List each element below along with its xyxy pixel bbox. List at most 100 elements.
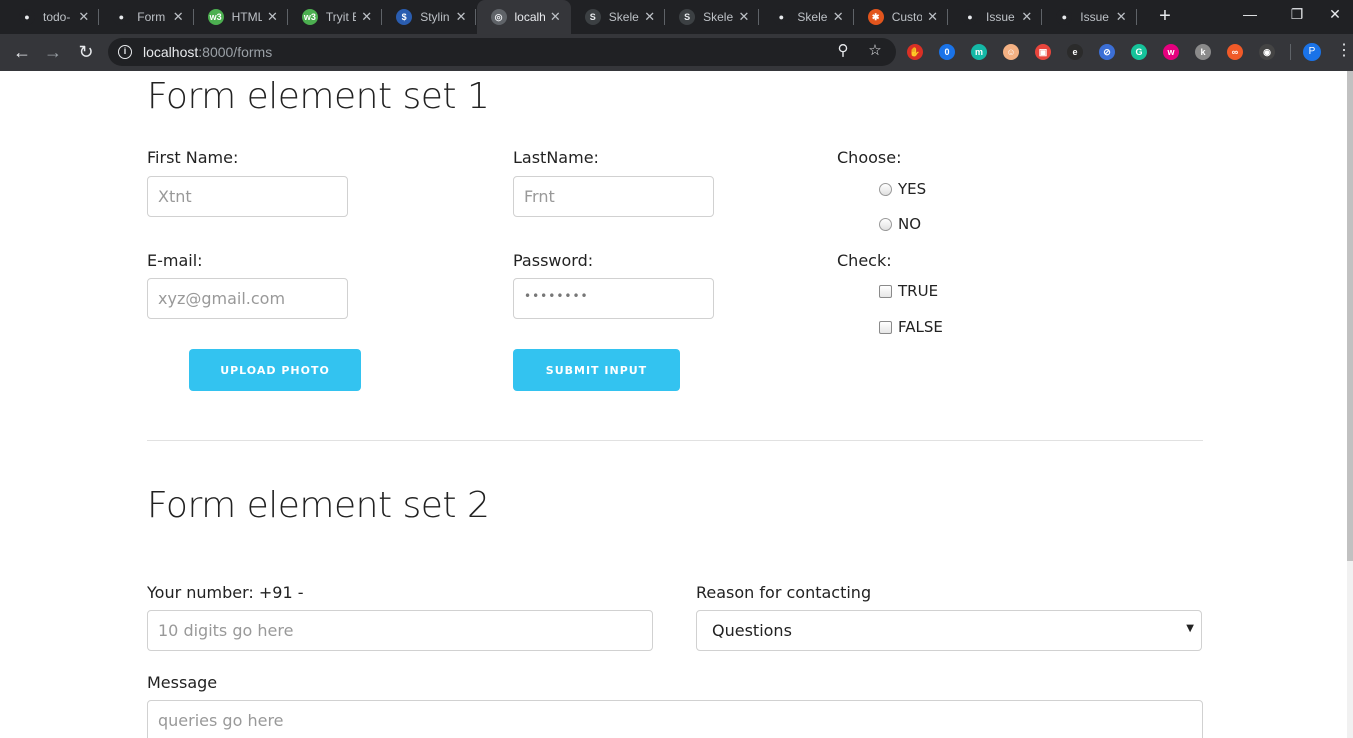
- tab-label: Form: [137, 10, 166, 24]
- infinity-icon[interactable]: ∞: [1227, 44, 1243, 60]
- skeleton-icon: S: [584, 9, 601, 25]
- email-input[interactable]: xyz@gmail.com: [147, 278, 348, 319]
- globe-icon: ◎: [490, 9, 507, 25]
- first-name-input[interactable]: Xtnt: [147, 176, 348, 217]
- tab-close-icon[interactable]: ✕: [550, 9, 561, 25]
- github-icon: ●: [1056, 9, 1073, 25]
- message-textarea[interactable]: queries go here: [147, 700, 1203, 738]
- back-arrow-icon[interactable]: ←: [10, 40, 34, 64]
- tab-close-icon[interactable]: ✕: [1021, 9, 1032, 25]
- check-false-label: FALSE: [898, 318, 943, 336]
- tab-label: localh: [514, 10, 545, 24]
- tab-close-icon[interactable]: ✕: [78, 9, 89, 25]
- first-name-label: First Name:: [147, 148, 239, 167]
- site-info-icon[interactable]: i: [118, 45, 132, 59]
- password-label: Password:: [513, 251, 594, 270]
- browser-tab[interactable]: ✱ Custo ✕: [854, 0, 948, 34]
- check-false-option[interactable]: FALSE: [879, 318, 943, 336]
- extension-badge-icon[interactable]: 0: [939, 44, 955, 60]
- adblock-icon[interactable]: ✋: [907, 44, 923, 60]
- dropdown-arrow-icon: ▼: [1186, 623, 1194, 634]
- tab-strip: ● todo- ✕ ● Form ✕ w3 HTML ✕ w3 Tryit E ✕ $ Stylin ✕ ◎ l…: [0, 0, 1353, 34]
- browser-tab[interactable]: ◎ localh ✕: [476, 0, 571, 34]
- grammarly-icon[interactable]: G: [1131, 44, 1147, 60]
- k-extension-icon[interactable]: k: [1195, 44, 1211, 60]
- choose-label: Choose:: [837, 148, 902, 167]
- new-tab-button[interactable]: +: [1154, 5, 1176, 27]
- browser-tab[interactable]: ● todo- ✕: [5, 0, 100, 34]
- edge-like-icon[interactable]: e: [1067, 44, 1083, 60]
- tab-label: Issue: [986, 10, 1015, 24]
- url-text[interactable]: localhost:8000/forms: [143, 44, 272, 60]
- reason-selected-value: Questions: [712, 621, 792, 640]
- tab-close-icon[interactable]: ✕: [456, 9, 467, 25]
- tab-close-icon[interactable]: ✕: [173, 9, 184, 25]
- close-window-button[interactable]: ✕: [1325, 6, 1345, 23]
- tab-close-icon[interactable]: ✕: [361, 9, 372, 25]
- minimize-window-button[interactable]: —: [1240, 6, 1260, 22]
- browser-tab[interactable]: ● Issue ✕: [1042, 0, 1137, 34]
- check-label: Check:: [837, 251, 892, 270]
- zoom-icon[interactable]: ⚲: [834, 42, 852, 60]
- reason-select[interactable]: Questions ▼: [696, 610, 1202, 651]
- last-name-label: LastName:: [513, 148, 599, 167]
- tab-close-icon[interactable]: ✕: [644, 9, 655, 25]
- restore-window-button[interactable]: ❐: [1287, 6, 1307, 23]
- radio-no-option[interactable]: NO: [879, 215, 921, 233]
- block-icon[interactable]: ⊘: [1099, 44, 1115, 60]
- tab-label: Custo: [891, 10, 922, 24]
- last-name-input[interactable]: Frnt: [513, 176, 714, 217]
- reload-icon[interactable]: ↻: [74, 40, 98, 64]
- browser-tab[interactable]: ● Skele ✕: [759, 0, 854, 34]
- radio-yes-button[interactable]: [879, 182, 892, 196]
- browser-tab[interactable]: S Skele ✕: [665, 0, 760, 34]
- chrome-menu-icon[interactable]: ⋮: [1336, 42, 1352, 60]
- check-false-checkbox[interactable]: [879, 320, 892, 334]
- scrollbar-thumb[interactable]: [1347, 71, 1353, 561]
- password-input[interactable]: ••••••••: [513, 278, 714, 319]
- browser-tab[interactable]: $ Stylin ✕: [382, 0, 477, 34]
- custom-site-icon: ✱: [867, 9, 884, 25]
- tab-label: HTML: [231, 10, 262, 24]
- styling-site-icon: $: [396, 9, 413, 25]
- set2-title: Form element set 2: [147, 485, 490, 526]
- m-extension-icon[interactable]: m: [971, 44, 987, 60]
- browser-tab[interactable]: ● Form ✕: [99, 0, 194, 34]
- radio-yes-option[interactable]: YES: [879, 180, 926, 198]
- tab-label: Skele: [608, 10, 639, 24]
- tab-label: Skele: [703, 10, 734, 24]
- github-icon: ●: [773, 9, 790, 25]
- tab-close-icon[interactable]: ✕: [833, 9, 844, 25]
- phone-number-input[interactable]: 10 digits go here: [147, 610, 653, 651]
- radio-no-button[interactable]: [879, 217, 892, 231]
- check-true-option[interactable]: TRUE: [879, 282, 938, 300]
- tab-close-icon[interactable]: ✕: [927, 9, 938, 25]
- browser-tab[interactable]: S Skele ✕: [571, 0, 666, 34]
- section-divider: [147, 440, 1203, 441]
- browser-tab[interactable]: w3 HTML ✕: [194, 0, 288, 34]
- w-extension-icon[interactable]: w: [1163, 44, 1179, 60]
- page-scrollbar[interactable]: [1347, 71, 1353, 738]
- submit-input-button[interactable]: SUBMIT INPUT: [513, 349, 680, 391]
- tab-label: todo-: [43, 10, 71, 24]
- w3schools-icon: w3: [207, 9, 224, 25]
- screen-capture-icon[interactable]: ▣: [1035, 44, 1051, 60]
- email-label: E-mail:: [147, 251, 203, 270]
- browser-tab[interactable]: w3 Tryit E ✕: [288, 0, 383, 34]
- face-extension-icon[interactable]: ☺: [1003, 44, 1019, 60]
- upload-photo-button[interactable]: UPLOAD PHOTO: [189, 349, 361, 391]
- check-true-checkbox[interactable]: [879, 284, 892, 298]
- message-label: Message: [147, 673, 218, 692]
- tab-separator: [1135, 9, 1137, 25]
- number-label: Your number: +91 -: [147, 583, 304, 602]
- tab-close-icon[interactable]: ✕: [267, 9, 278, 25]
- profile-avatar[interactable]: P: [1303, 43, 1321, 61]
- browser-tab[interactable]: ● Issue ✕: [948, 0, 1043, 34]
- bookmark-star-icon[interactable]: ☆: [866, 42, 884, 60]
- radio-no-label: NO: [898, 215, 922, 233]
- tab-close-icon[interactable]: ✕: [738, 9, 749, 25]
- glasses-icon[interactable]: ◉: [1259, 44, 1275, 60]
- forward-arrow-icon[interactable]: →: [41, 40, 65, 64]
- tab-close-icon[interactable]: ✕: [1116, 9, 1127, 25]
- set1-title: Form element set 1: [147, 76, 490, 117]
